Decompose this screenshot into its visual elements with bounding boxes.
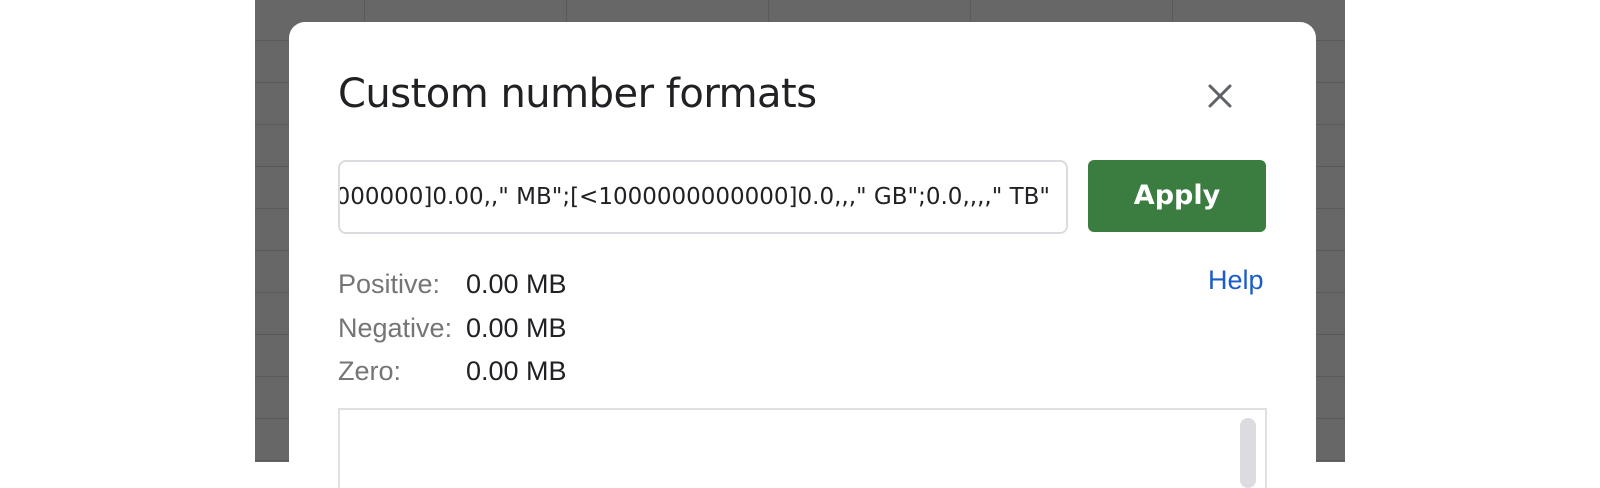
format-list-scrollbar[interactable] — [1240, 418, 1256, 488]
negative-value: 0.00 MB — [466, 313, 567, 343]
zero-label: Zero: — [338, 356, 402, 386]
close-icon — [1208, 84, 1232, 108]
apply-button[interactable]: Apply — [1088, 160, 1266, 232]
format-input-value: [<1000000000]0.00,," MB";[<1000000000000… — [340, 184, 1050, 210]
help-link[interactable]: Help — [1208, 265, 1264, 296]
custom-number-formats-dialog: Custom number formats [<1000000000]0.00,… — [289, 22, 1316, 488]
positive-value: 0.00 MB — [466, 269, 567, 299]
format-list[interactable] — [338, 408, 1267, 488]
negative-label: Negative: — [338, 313, 453, 343]
dialog-title: Custom number formats — [338, 71, 817, 117]
zero-value: 0.00 MB — [466, 356, 567, 386]
positive-label: Positive: — [338, 269, 441, 299]
close-button[interactable] — [1203, 79, 1237, 113]
format-input[interactable]: [<1000000000]0.00,," MB";[<1000000000000… — [338, 160, 1068, 234]
